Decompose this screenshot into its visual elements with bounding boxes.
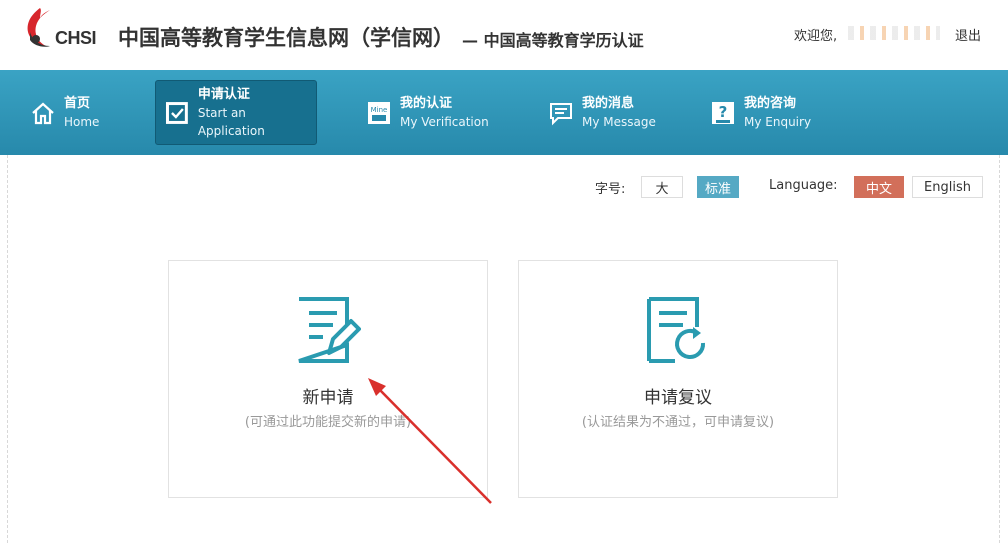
site-subtitle: — 中国高等教育学历认证 [462, 31, 644, 50]
nav-label-cn: 我的认证 [400, 95, 453, 111]
refresh-document-icon [647, 297, 706, 363]
card-description: (可通过此功能提交新的申请) [244, 415, 412, 430]
welcome-text: 欢迎您, [794, 29, 838, 44]
font-standard-button[interactable]: 标准 [697, 176, 739, 198]
logo-text: CHSI [55, 28, 97, 48]
mine-icon: Mine [368, 101, 390, 124]
nav-label-en: My Verification [400, 114, 489, 129]
font-size-label: 字号: [595, 182, 626, 197]
lang-cn-button[interactable]: 中文 [854, 176, 904, 198]
logout-link[interactable]: 退出 [955, 25, 981, 44]
nav-label-cn: 首页 [64, 95, 91, 111]
nav-label-cn: 申请认证 [197, 86, 250, 102]
svg-text:?: ? [719, 103, 728, 121]
checkbox-icon [165, 101, 188, 124]
reconsideration-card[interactable]: 申请复议 (认证结果为不通过，可申请复议) [518, 260, 838, 498]
card-title: 新申请 [302, 388, 354, 408]
message-icon [550, 102, 572, 125]
nav-item-message[interactable]: 我的消息 My Message [540, 80, 680, 145]
nav-label-en: Start an Application [197, 105, 265, 138]
svg-text:Mine: Mine [371, 106, 388, 114]
nav-item-home[interactable]: 首页 Home [22, 80, 132, 145]
nav-label-cn: 我的消息 [582, 95, 635, 111]
edit-document-icon [298, 297, 361, 363]
main-nav: 首页 Home 申请认证 Start an Application Mine 我… [0, 70, 1008, 155]
header: CHSI 中国高等教育学生信息网（学信网） — 中国高等教育学历认证 欢迎您, … [0, 0, 1008, 70]
nav-item-verification[interactable]: Mine 我的认证 My Verification [358, 80, 508, 145]
nav-label-cn: 我的咨询 [744, 95, 797, 111]
nav-item-apply[interactable]: 申请认证 Start an Application [155, 80, 317, 145]
question-icon: ? [712, 101, 734, 124]
new-application-card[interactable]: 新申请 (可通过此功能提交新的申请) [168, 260, 488, 498]
language-label: Language: [769, 178, 838, 193]
font-large-button[interactable]: 大 [641, 176, 683, 198]
nav-label-en: My Message [582, 114, 656, 129]
nav-label-en: My Enquiry [744, 114, 812, 129]
nav-label-en: Home [64, 114, 100, 129]
card-description: (认证结果为不通过，可申请复议) [581, 415, 775, 430]
home-icon [32, 102, 54, 124]
nav-item-enquiry[interactable]: ? 我的咨询 My Enquiry [702, 80, 832, 145]
lang-en-button[interactable]: English [912, 176, 983, 198]
site-title: 中国高等教育学生信息网（学信网） [118, 26, 454, 50]
content-frame [7, 155, 1000, 543]
card-title: 申请复议 [644, 388, 712, 408]
username-redacted [848, 26, 940, 40]
